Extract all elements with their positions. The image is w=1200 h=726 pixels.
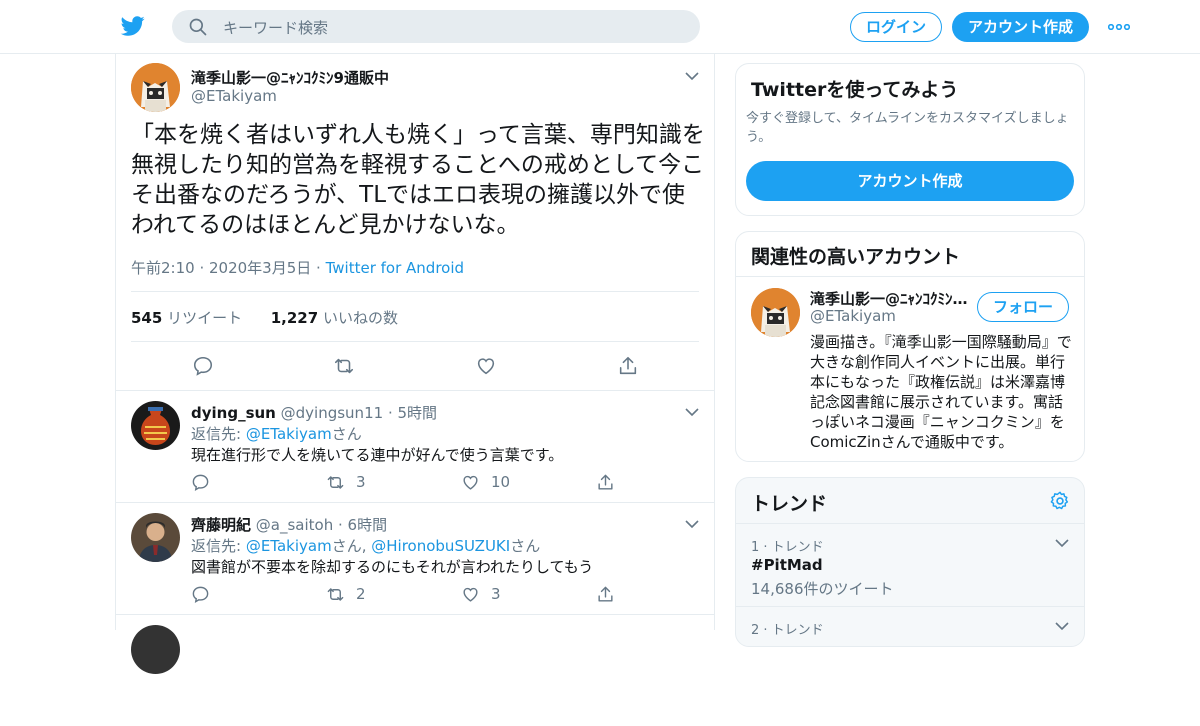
replying-to-link[interactable]: @ETakiyam bbox=[246, 425, 332, 443]
gear-icon[interactable] bbox=[1049, 490, 1071, 512]
more-icon[interactable] bbox=[1108, 24, 1130, 30]
trend-count: 14,686件のツイート bbox=[751, 580, 894, 598]
twitter-bird-icon[interactable] bbox=[120, 14, 146, 38]
trend-rank: 2 · トレンド bbox=[751, 623, 824, 638]
divider bbox=[131, 291, 699, 292]
reply-avatar[interactable] bbox=[131, 625, 180, 674]
tweet-source-link[interactable]: Twitter for Android bbox=[326, 259, 464, 277]
reply-author-name[interactable]: 齊藤明紀 bbox=[191, 516, 251, 534]
like-icon bbox=[463, 587, 478, 602]
author-name[interactable]: 滝季山影一@ﾆｬﾝｺｸﾐﾝ9通販中 bbox=[191, 67, 389, 88]
divider bbox=[131, 341, 699, 342]
search-icon bbox=[189, 18, 207, 36]
search-placeholder[interactable]: キーワード検索 bbox=[223, 17, 328, 38]
person-avatar-icon bbox=[131, 513, 180, 562]
replying-to-link[interactable]: @ETakiyam bbox=[246, 537, 332, 555]
signup-card-button[interactable]: アカウント作成 bbox=[746, 161, 1074, 201]
chevron-down-icon[interactable] bbox=[685, 407, 699, 417]
trend-name[interactable]: #PitMad bbox=[751, 556, 823, 574]
reply-tweet[interactable]: 齊藤明紀 @a_saitoh · 6時間 返信先: @ETakiyamさん, @… bbox=[116, 502, 714, 614]
reply-text: 図書館が不要本を除却するのにもそれが言われたりしてもう bbox=[191, 558, 594, 576]
cat-avatar-icon bbox=[131, 63, 180, 112]
trend-item[interactable]: 2 · トレンド bbox=[736, 606, 1084, 646]
related-account-handle[interactable]: @ETakiyam bbox=[810, 307, 896, 325]
author-avatar[interactable] bbox=[131, 63, 180, 112]
replying-to-prefix: 返信先: bbox=[191, 537, 246, 555]
tweet-stats: 545 リツイート 1,227 いいねの数 bbox=[131, 307, 398, 328]
related-accounts-card: 関連性の高いアカウント 滝季山影一@ﾆｬﾝｺｸﾐﾝ9通販中 @ETakiyam … bbox=[735, 231, 1085, 462]
tweet-timestamp[interactable]: 午前2:10 · 2020年3月5日 bbox=[131, 259, 311, 277]
login-button[interactable]: ログイン bbox=[850, 12, 942, 42]
retweet-count: 545 bbox=[131, 309, 163, 327]
main-column: 滝季山影一@ﾆｬﾝｺｸﾐﾝ9通販中 @ETakiyam 「本を焼く者はいずれ人も… bbox=[115, 54, 715, 674]
reply-header: 齊藤明紀 @a_saitoh · 6時間 bbox=[191, 514, 387, 535]
replying-to-suffix: さん bbox=[331, 425, 362, 443]
like-label: いいねの数 bbox=[322, 309, 398, 327]
like-icon[interactable] bbox=[475, 355, 497, 377]
reply-tweet[interactable]: dying_sun @dyingsun11 · 5時間 返信先: @ETakiy… bbox=[116, 390, 714, 502]
reply-icon bbox=[192, 586, 209, 603]
related-avatar[interactable] bbox=[751, 288, 800, 337]
tweet-text: 「本を焼く者はいずれ人も焼く」って言葉、専門知識を無視したり知的営為を軽視するこ… bbox=[131, 122, 705, 238]
divider bbox=[736, 276, 1084, 277]
reply-tweet[interactable] bbox=[116, 614, 714, 726]
replying-to: 返信先: @ETakiyamさん bbox=[191, 423, 362, 444]
reply-avatar[interactable] bbox=[131, 513, 180, 562]
like-count: 1,227 bbox=[270, 309, 319, 327]
follow-button[interactable]: フォロー bbox=[977, 292, 1069, 322]
trend-rank: 1 · トレンド bbox=[751, 540, 824, 555]
trends-title: トレンド bbox=[751, 493, 828, 515]
trends-card: トレンド 1 · トレンド #PitMad 14,686件のツイート 2 · ト… bbox=[735, 477, 1085, 647]
reply-avatar[interactable] bbox=[131, 401, 180, 450]
reply-time[interactable]: · 6時間 bbox=[338, 516, 387, 534]
reply-text: 現在進行形で人を焼いてる連中が好んで使う言葉です。 bbox=[191, 446, 564, 464]
chevron-down-icon[interactable] bbox=[685, 519, 699, 529]
reply-author-name[interactable]: dying_sun bbox=[191, 404, 276, 422]
share-icon bbox=[598, 586, 613, 602]
like-stat[interactable]: 1,227 いいねの数 bbox=[271, 309, 398, 327]
reply-icon bbox=[192, 474, 209, 491]
like-count: 3 bbox=[491, 585, 501, 603]
share-icon[interactable] bbox=[617, 355, 639, 377]
reply-icon[interactable] bbox=[192, 355, 214, 377]
replying-to-prefix: 返信先: bbox=[191, 425, 246, 443]
chevron-down-icon[interactable] bbox=[1055, 538, 1069, 548]
retweet-stat[interactable]: 545 リツイート bbox=[131, 309, 242, 327]
retweet-label: リツイート bbox=[167, 309, 243, 327]
top-bar: キーワード検索 ログイン アカウント作成 bbox=[0, 0, 1200, 54]
try-twitter-subtitle: 今すぐ登録して、タイムラインをカスタマイズしましょう。 bbox=[746, 111, 1069, 145]
cat-avatar-icon bbox=[751, 288, 800, 337]
related-account-bio: 漫画描き。『滝季山影一国際騒動局』で大きな創作同人イベントに出展。単行本にもなっ… bbox=[810, 333, 1072, 451]
trend-item[interactable]: 1 · トレンド #PitMad 14,686件のツイート bbox=[736, 523, 1084, 606]
retweet-count: 3 bbox=[356, 473, 366, 491]
reply-header: dying_sun @dyingsun11 · 5時間 bbox=[191, 402, 437, 423]
like-count: 10 bbox=[491, 473, 511, 491]
related-accounts-title: 関連性の高いアカウント bbox=[751, 246, 961, 268]
like-icon bbox=[463, 475, 478, 490]
try-twitter-card: Twitterを使ってみよう 今すぐ登録して、タイムラインをカスタマイズしましょ… bbox=[735, 63, 1085, 216]
try-twitter-title: Twitterを使ってみよう bbox=[751, 79, 959, 101]
meta-separator: · bbox=[316, 259, 321, 277]
retweet-icon bbox=[327, 588, 344, 601]
replying-to-suffix: さん bbox=[510, 537, 541, 555]
replying-to: 返信先: @ETakiyamさん, @HironobuSUZUKIさん bbox=[191, 535, 540, 556]
author-handle[interactable]: @ETakiyam bbox=[191, 87, 277, 105]
tweet-meta: 午前2:10 · 2020年3月5日 · Twitter for Android bbox=[131, 257, 464, 278]
retweet-count: 2 bbox=[356, 585, 366, 603]
retweet-icon[interactable] bbox=[333, 355, 355, 377]
reply-time[interactable]: · 5時間 bbox=[388, 404, 437, 422]
share-icon bbox=[598, 474, 613, 490]
search-bar[interactable]: キーワード検索 bbox=[172, 10, 700, 43]
chevron-down-icon[interactable] bbox=[685, 71, 699, 81]
vase-avatar-icon bbox=[131, 401, 180, 450]
related-account-name[interactable]: 滝季山影一@ﾆｬﾝｺｸﾐﾝ9通販中 bbox=[810, 288, 968, 309]
replying-to-link[interactable]: @HironobuSUZUKI bbox=[371, 537, 510, 555]
reply-author-handle[interactable]: @dyingsun11 bbox=[281, 404, 384, 422]
reply-author-handle[interactable]: @a_saitoh bbox=[256, 516, 333, 534]
retweet-icon bbox=[327, 476, 344, 489]
signup-button[interactable]: アカウント作成 bbox=[952, 12, 1089, 42]
replying-to-suffix: さん, bbox=[331, 537, 372, 555]
